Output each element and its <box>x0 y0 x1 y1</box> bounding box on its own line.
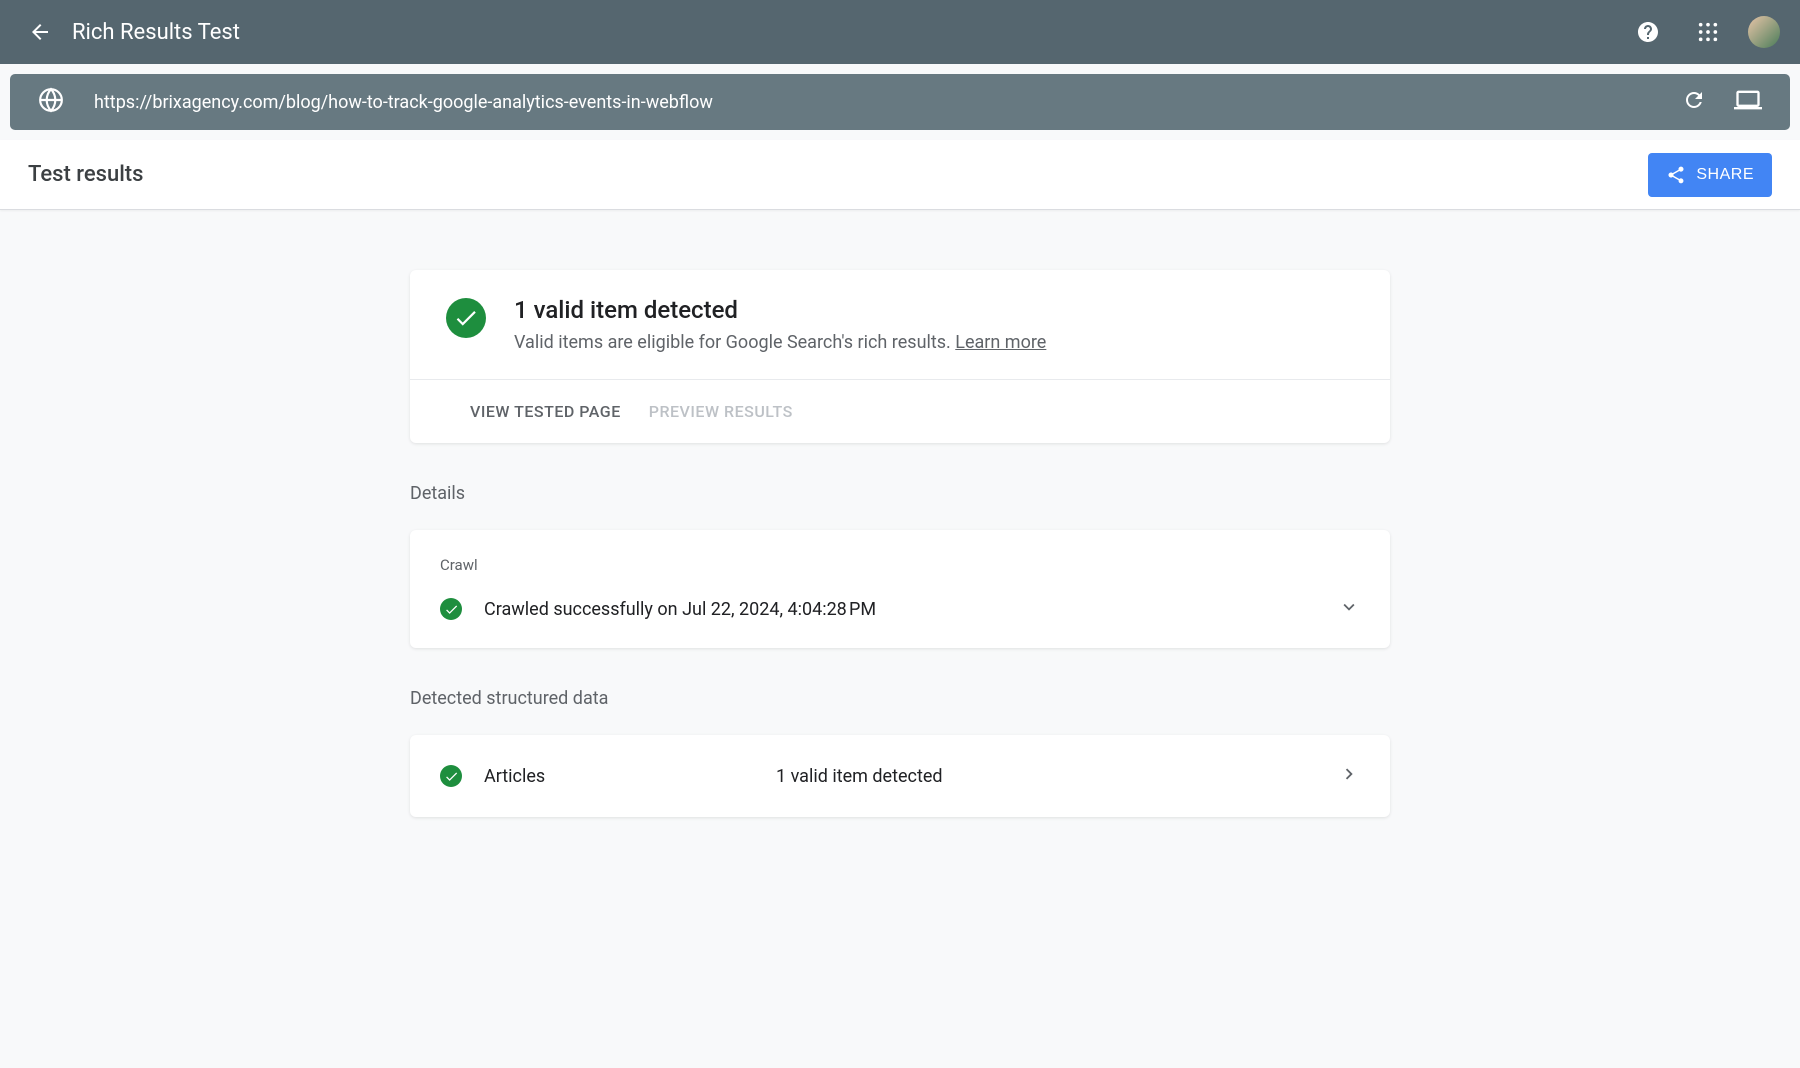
crawl-card: Crawl Crawled successfully on Jul 22, 20… <box>410 530 1390 648</box>
chevron-right-icon <box>1338 763 1360 789</box>
structured-data-section-label: Detected structured data <box>410 688 1390 709</box>
url-input[interactable]: https://brixagency.com/blog/how-to-track… <box>94 92 1682 113</box>
learn-more-link[interactable]: Learn more <box>955 332 1046 353</box>
page-title: Test results <box>28 162 143 187</box>
app-title: Rich Results Test <box>72 20 1628 45</box>
app-header: Rich Results Test <box>0 0 1800 64</box>
back-arrow-icon[interactable] <box>20 12 60 52</box>
summary-subtitle: Valid items are eligible for Google Sear… <box>514 332 1046 353</box>
structured-item-status: 1 valid item detected <box>776 766 1316 787</box>
details-section-label: Details <box>410 483 1390 504</box>
crawl-row[interactable]: Crawled successfully on Jul 22, 2024, 4:… <box>440 596 1360 622</box>
device-toggle-icon[interactable] <box>1734 86 1762 118</box>
globe-icon <box>38 87 64 117</box>
share-button-label: SHARE <box>1696 166 1754 184</box>
check-icon <box>440 598 462 620</box>
summary-title: 1 valid item detected <box>514 296 1046 324</box>
check-icon <box>446 298 486 338</box>
view-tested-page-button[interactable]: VIEW TESTED PAGE <box>470 402 621 421</box>
url-bar: https://brixagency.com/blog/how-to-track… <box>10 74 1790 130</box>
crawl-label: Crawl <box>440 556 1360 574</box>
summary-actions: VIEW TESTED PAGE PREVIEW RESULTS <box>410 379 1390 443</box>
help-icon[interactable] <box>1628 12 1668 52</box>
header-actions <box>1628 12 1780 52</box>
main-content: 1 valid item detected Valid items are el… <box>390 210 1410 857</box>
structured-item-name: Articles <box>484 766 754 787</box>
check-icon <box>440 765 462 787</box>
crawl-status-text: Crawled successfully on Jul 22, 2024, 4:… <box>484 599 1316 620</box>
structured-data-card: Articles 1 valid item detected <box>410 735 1390 817</box>
structured-data-row[interactable]: Articles 1 valid item detected <box>440 761 1360 791</box>
apps-grid-icon[interactable] <box>1688 12 1728 52</box>
subheader: Test results SHARE <box>0 140 1800 210</box>
avatar[interactable] <box>1748 16 1780 48</box>
summary-top: 1 valid item detected Valid items are el… <box>446 296 1354 379</box>
share-button[interactable]: SHARE <box>1648 153 1772 197</box>
summary-text: 1 valid item detected Valid items are el… <box>514 296 1046 353</box>
refresh-icon[interactable] <box>1682 88 1706 116</box>
preview-results-button: PREVIEW RESULTS <box>649 402 793 421</box>
url-actions <box>1682 86 1762 118</box>
summary-card: 1 valid item detected Valid items are el… <box>410 270 1390 443</box>
chevron-down-icon <box>1338 596 1360 622</box>
